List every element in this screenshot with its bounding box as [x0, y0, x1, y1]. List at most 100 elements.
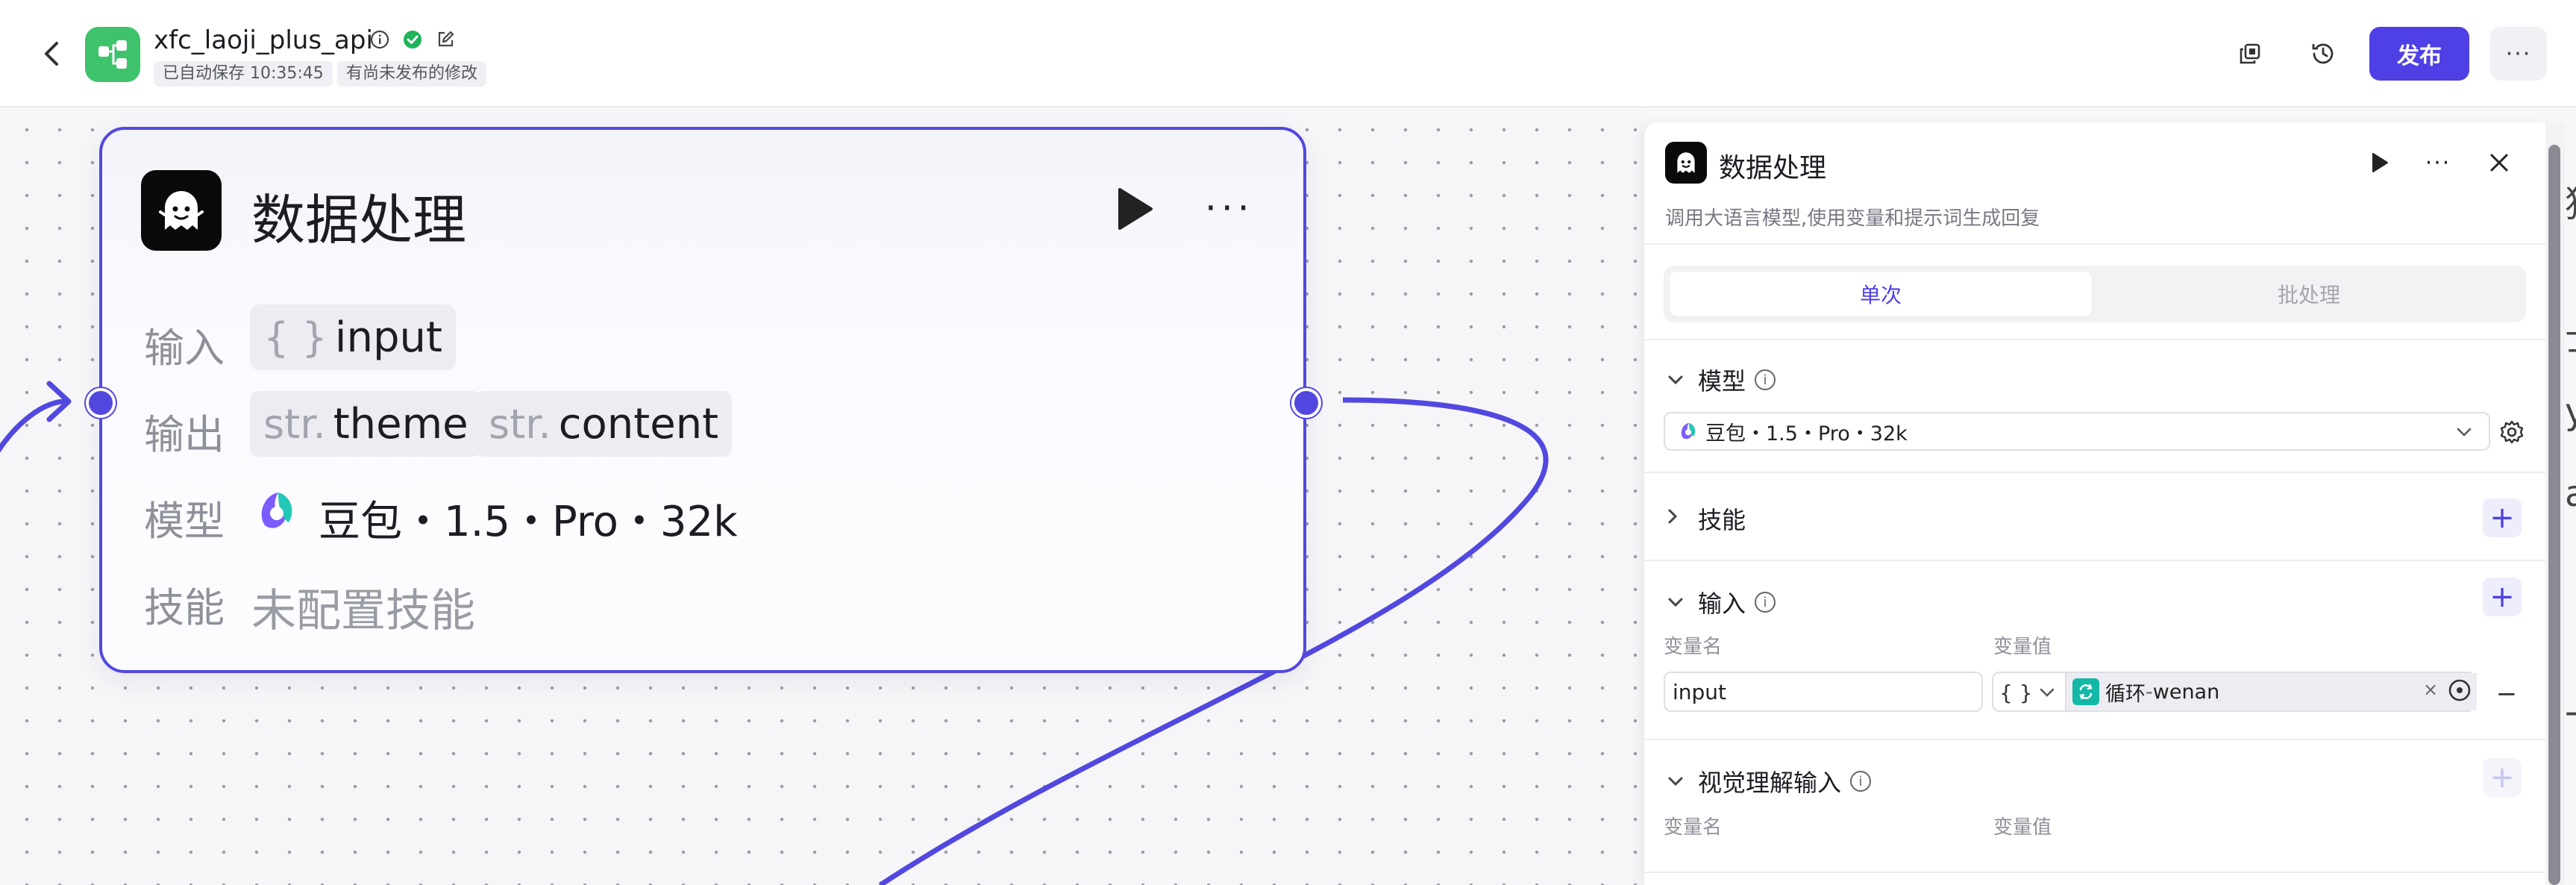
chevron-down-icon [2456, 421, 2472, 442]
variable-value-field[interactable]: { } 循环 - wenan × [1992, 672, 2477, 712]
chevron-down-icon [1667, 369, 1689, 391]
output-handle[interactable] [1291, 388, 1321, 418]
add-skill-button[interactable]: + [2483, 498, 2522, 537]
model-settings-button[interactable] [2493, 413, 2530, 451]
col-variable-name: 变量名 [1664, 636, 1723, 658]
node-run-button[interactable] [1115, 187, 1154, 234]
strip-text: 猜 [2565, 175, 2576, 227]
history-button[interactable] [2304, 34, 2342, 73]
model-select-value: 豆包・1.5・Pro・32k [1705, 422, 1908, 445]
close-icon [2490, 154, 2508, 172]
ref-separator: - [2146, 680, 2153, 704]
tab-batch[interactable]: 批处理 [2098, 272, 2520, 316]
node-skill-value: 未配置技能 [251, 585, 475, 637]
divider [1644, 243, 2545, 245]
input-section-header[interactable]: 输入 i [1667, 585, 1776, 619]
divider [1644, 339, 2545, 340]
strip-text: 士 [2565, 309, 2576, 361]
node-output-chip-content: str. content [475, 391, 733, 457]
col-variable-value: 变量值 [1993, 816, 2052, 839]
back-button[interactable] [33, 34, 72, 73]
node-more-button[interactable]: ··· [1205, 190, 1254, 227]
remove-input-button[interactable]: − [2492, 679, 2522, 709]
doubao-logo-icon [256, 488, 298, 537]
chip-name: theme [333, 399, 468, 448]
copy-icon [2240, 43, 2260, 64]
type-label: { } [1999, 680, 2033, 705]
node-model-label: 模型 [144, 498, 225, 545]
tab-single[interactable]: 单次 [1670, 272, 2092, 316]
variable-reference-chip[interactable]: 循环 - wenan × [2066, 673, 2477, 710]
ghost-icon [159, 191, 204, 230]
node-input-label: 输入 [144, 325, 225, 372]
top-bar: xfc_laoji_plus_api 已自动保存 10:35:45 有尚未发布的… [0, 0, 2576, 107]
llm-node[interactable]: 数据处理 ··· 输入 { } input 输出 str. theme str.… [99, 127, 1306, 673]
workflow-canvas[interactable]: 数据处理 ··· 输入 { } input 输出 str. theme str.… [0, 109, 1641, 885]
clear-reference-button[interactable]: × [2423, 679, 2438, 700]
chevron-down-icon [1667, 591, 1689, 613]
panel-node-icon [1665, 142, 1707, 184]
chevron-right-icon [1667, 507, 1689, 531]
app-logo [85, 27, 140, 82]
add-vision-input-button[interactable]: + [2483, 758, 2522, 797]
col-variable-value: 变量值 [1993, 636, 2052, 658]
gear-icon [2500, 420, 2524, 444]
node-output-label: 输出 [144, 411, 225, 458]
chip-prefix: { } [263, 313, 328, 361]
divider [1644, 560, 2545, 561]
input-section-label: 输入 [1698, 590, 1746, 618]
variable-name-input[interactable] [1664, 672, 1983, 712]
chip-prefix: str. [263, 400, 326, 448]
vision-section-label: 视觉理解输入 [1698, 769, 1842, 797]
input-handle[interactable] [86, 388, 116, 418]
panel-scrollbar-thumb[interactable] [2548, 145, 2560, 885]
node-output-chip-theme: str. theme [250, 391, 482, 457]
node-config-panel: 数据处理 ··· 调用大语言模型,使用变量和提示词生成回复 单次 批处理 模型 … [1643, 122, 2545, 885]
history-icon [2312, 43, 2334, 64]
play-icon [1118, 188, 1153, 230]
info-icon[interactable]: i [1755, 369, 1776, 390]
chevron-down-icon [1667, 770, 1689, 792]
model-section-header[interactable]: 模型 i [1667, 363, 1776, 397]
info-icon[interactable]: i [1755, 592, 1776, 613]
workflow-icon [98, 40, 127, 69]
info-icon[interactable] [369, 28, 391, 51]
autosave-badge: 已自动保存 10:35:45 [154, 61, 333, 87]
chip-name: content [558, 399, 719, 448]
copy-button[interactable] [2231, 34, 2269, 73]
app-title: xfc_laoji_plus_api [154, 25, 373, 55]
publish-button[interactable]: 发布 [2369, 27, 2469, 81]
play-icon [2372, 153, 2388, 172]
panel-subtitle: 调用大语言模型,使用变量和提示词生成回复 [1665, 207, 2040, 230]
vision-section-header[interactable]: 视觉理解输入 i [1667, 764, 1872, 798]
ref-source: 循环 [2105, 682, 2146, 706]
strip-text: y [2565, 391, 2576, 433]
info-icon[interactable]: i [1850, 771, 1872, 792]
more-button[interactable]: ··· [2490, 27, 2547, 81]
divider [1644, 872, 2545, 873]
right-edge-strip: 猜 士 y a - [2565, 109, 2576, 885]
chip-name: input [334, 313, 442, 362]
divider [1644, 472, 2545, 473]
panel-close-button[interactable] [2481, 145, 2517, 181]
run-mode-tabs: 单次 批处理 [1664, 266, 2526, 322]
add-input-button[interactable]: + [2483, 578, 2522, 616]
node-model-value: 豆包・1.5・Pro・32k [319, 498, 738, 546]
type-select[interactable]: { } [1999, 678, 2055, 707]
skill-section-label: 技能 [1698, 506, 1746, 534]
node-input-chip: { } input [250, 304, 456, 370]
model-section-label: 模型 [1698, 367, 1746, 395]
unpublished-badge: 有尚未发布的修改 [337, 61, 487, 87]
panel-more-button[interactable]: ··· [2420, 145, 2456, 181]
panel-title: 数据处理 [1719, 153, 1827, 184]
check-circle-icon [401, 28, 424, 51]
title-icons [369, 28, 457, 51]
model-select[interactable]: 豆包・1.5・Pro・32k [1664, 412, 2490, 451]
skill-section-header[interactable]: 技能 [1667, 501, 1746, 536]
node-icon [141, 170, 222, 251]
edit-icon[interactable] [434, 28, 457, 51]
panel-run-button[interactable] [2362, 145, 2398, 181]
col-variable-name: 变量名 [1664, 816, 1723, 839]
target-icon[interactable] [2447, 678, 2472, 708]
node-title: 数据处理 [251, 189, 467, 251]
